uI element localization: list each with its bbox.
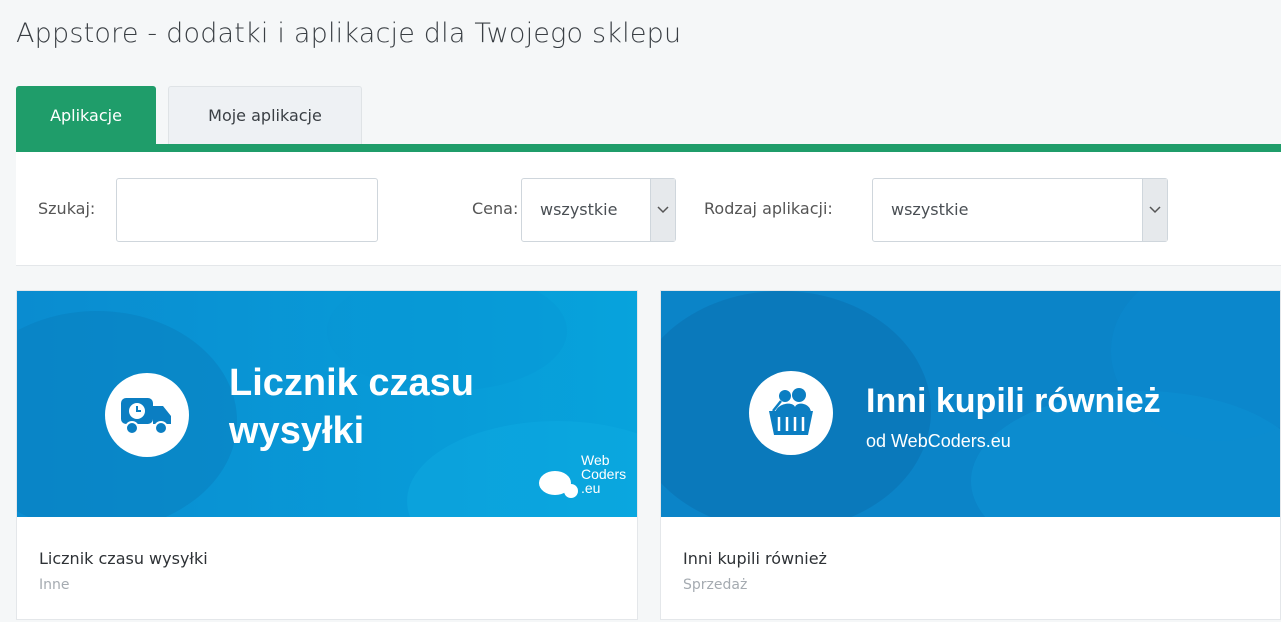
app-title: Licznik czasu wysyłki xyxy=(39,549,208,568)
app-type-select-value: wszystkie xyxy=(891,200,969,219)
delivery-truck-clock-icon xyxy=(105,373,189,457)
price-label: Cena: xyxy=(472,199,519,218)
logo-text: .eu xyxy=(581,480,601,496)
app-category: Inne xyxy=(39,577,70,593)
app-banner: Inni kupili również od WebCoders.eu xyxy=(661,291,1280,517)
search-label: Szukaj: xyxy=(38,199,96,218)
app-type-label: Rodzaj aplikacji: xyxy=(704,199,833,218)
chevron-down-icon xyxy=(1142,179,1167,241)
app-card[interactable]: Inni kupili również od WebCoders.eu Inni… xyxy=(660,290,1281,620)
app-category: Sprzedaż xyxy=(683,577,748,593)
shopping-basket-people-icon xyxy=(749,371,833,455)
webcoders-logo: Web Coders .eu xyxy=(537,453,637,505)
app-card[interactable]: Licznik czasu wysyłki Web Coders .eu Lic… xyxy=(16,290,638,620)
banner-headline: Licznik czasu xyxy=(229,362,474,404)
tab-aplikacje[interactable]: Aplikacje xyxy=(16,86,156,144)
logo-text: Web xyxy=(581,452,610,468)
tab-accent-line xyxy=(16,144,1281,152)
banner-subline: od WebCoders.eu xyxy=(866,431,1011,451)
banner-headline: wysyłki xyxy=(229,410,365,452)
app-title: Inni kupili również xyxy=(683,549,827,568)
app-type-select[interactable]: wszystkie xyxy=(872,178,1168,242)
page-title: Appstore - dodatki i aplikacje dla Twoje… xyxy=(16,18,682,49)
tab-moje-aplikacje[interactable]: Moje aplikacje xyxy=(168,86,362,144)
price-select[interactable]: wszystkie xyxy=(521,178,676,242)
filter-panel: Szukaj: Cena: wszystkie Rodzaj aplikacji… xyxy=(16,152,1281,266)
chevron-down-icon xyxy=(650,179,675,241)
app-banner: Licznik czasu wysyłki Web Coders .eu xyxy=(17,291,637,517)
banner-headline: Inni kupili również xyxy=(866,382,1161,420)
price-select-value: wszystkie xyxy=(540,200,618,219)
search-input[interactable] xyxy=(116,178,378,242)
logo-text: Coders xyxy=(581,466,627,482)
